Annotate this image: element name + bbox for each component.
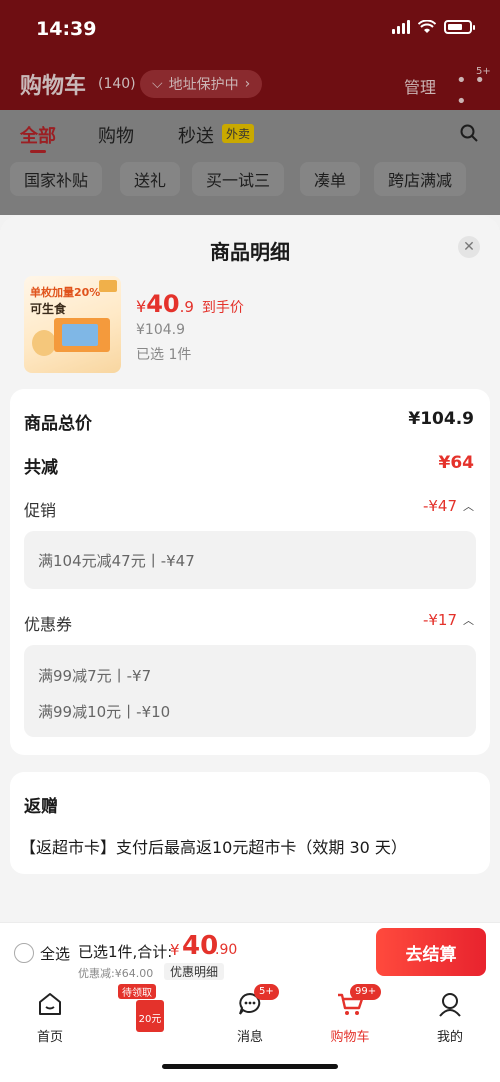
- discount-detail-link[interactable]: 优惠明细: [164, 963, 225, 980]
- chip-cross-store-discount[interactable]: 跨店满减: [374, 162, 467, 196]
- total-reduce-label: 共减: [24, 458, 58, 478]
- sheet-title: 商品明细: [210, 240, 290, 264]
- status-icons: [392, 20, 475, 34]
- page-title: 购物车: [20, 74, 87, 99]
- coupon-detail-box: 满99减7元丨-¥7 满99减10元丨-¥10: [24, 645, 476, 737]
- coupon-detail: 满99减7元丨-¥7: [38, 667, 152, 685]
- promo-detail-box: 满104元减47元丨-¥47: [24, 531, 476, 589]
- coupon-icon: 20元: [136, 1000, 164, 1032]
- chip-combine-order[interactable]: 凑单: [300, 162, 361, 196]
- gift-card: 返赠 【返超市卡】支付后最高返10元超市卡（效期 30 天）: [10, 772, 490, 874]
- product-detail-sheet: 商品明细 ✕ 单枚加量20% 可生食 ¥ 40 .9 到手价 ¥104.9 已选…: [0, 216, 500, 922]
- chevron-up-icon: ︿: [463, 614, 474, 627]
- promo-toggle[interactable]: -¥47 ︿: [423, 497, 474, 515]
- status-time: 14:39: [36, 18, 97, 40]
- checkout-bar: 全选 已选1件,合计: ¥ 40 .90 优惠减:¥64.00 优惠明细 去结算: [0, 922, 500, 982]
- signal-icon: [392, 20, 410, 34]
- final-price-tag: 到手价: [201, 300, 244, 316]
- tab-express[interactable]: 秒送: [178, 122, 214, 148]
- battery-icon: [444, 20, 475, 34]
- total-reduce-value: ¥64: [438, 453, 475, 473]
- product-image-text: 单枚加量20%: [30, 286, 101, 299]
- final-price: ¥ 40 .9 到手价: [136, 290, 244, 318]
- chevron-up-icon: ︿: [463, 500, 474, 513]
- nav-label: 我的: [436, 1030, 463, 1045]
- promo-detail: 满104元减47元丨-¥47: [38, 552, 195, 570]
- promo-label: 促销: [24, 501, 57, 520]
- gift-text: 【返超市卡】支付后最高返10元超市卡（效期 30 天）: [20, 838, 407, 857]
- close-button[interactable]: ✕: [458, 236, 480, 258]
- total-price-label: 商品总价: [24, 414, 92, 434]
- pending-tag: 待领取: [118, 984, 156, 999]
- manage-button[interactable]: 管理: [404, 74, 436, 98]
- message-badge: 5+: [254, 984, 279, 1000]
- chip-national-subsidy[interactable]: 国家补贴: [10, 162, 103, 196]
- close-icon: ✕: [463, 239, 475, 255]
- nav-label: 消息: [236, 1030, 263, 1045]
- total-price-value: ¥104.9: [408, 409, 474, 429]
- selected-count: 已选 1件: [136, 347, 192, 363]
- tab-shopping[interactable]: 购物: [98, 122, 134, 148]
- total-label: 已选1件,合计:: [78, 943, 173, 961]
- tab-all[interactable]: 全部: [20, 122, 56, 148]
- gift-title: 返赠: [24, 797, 58, 817]
- search-icon[interactable]: [460, 124, 478, 142]
- nav-label: 购物车: [330, 1030, 370, 1045]
- takeout-tag: 外卖: [222, 124, 255, 143]
- cart-count: (140): [98, 76, 136, 92]
- coupon-detail: 满99减10元丨-¥10: [38, 703, 171, 721]
- home-indicator: [162, 1064, 338, 1069]
- original-price: ¥104.9: [136, 322, 185, 338]
- chip-buy-one-try-three[interactable]: 买一试三: [192, 162, 285, 196]
- select-all-label[interactable]: 全选: [40, 943, 70, 964]
- checkout-button[interactable]: 去结算: [376, 928, 486, 976]
- cart-badge: 99+: [350, 984, 382, 1000]
- discount-amount: 优惠减:¥64.00: [78, 967, 154, 980]
- nav-label: 首页: [36, 1030, 63, 1045]
- chevron-down-icon: ⌵: [152, 76, 163, 92]
- home-icon: [39, 993, 61, 1015]
- tab-underline: [30, 150, 46, 153]
- chip-gift[interactable]: 送礼: [120, 162, 181, 196]
- promo-value: -¥47: [422, 497, 457, 515]
- address-pill-label: 地址保护中: [168, 77, 239, 93]
- chevron-right-icon: ›: [244, 76, 251, 92]
- coupon-label: 优惠券: [24, 615, 73, 634]
- coupon-value: -¥17: [422, 611, 457, 629]
- select-all-checkbox[interactable]: [14, 943, 34, 963]
- coupon-toggle[interactable]: -¥17 ︿: [423, 611, 474, 629]
- address-protection-pill[interactable]: ⌵ 地址保护中 ›: [140, 70, 263, 98]
- total-amount: 40: [182, 931, 219, 961]
- price-summary-card: 商品总价 ¥104.9 共减 ¥64 促销 -¥47 ︿ 满104元减47元丨-…: [10, 389, 490, 755]
- product-image[interactable]: 单枚加量20% 可生食: [24, 276, 121, 373]
- wifi-icon: [418, 20, 436, 33]
- profile-icon: [439, 993, 461, 1017]
- product-image-text: 可生食: [30, 302, 67, 316]
- more-badge: 5+: [476, 66, 491, 77]
- status-bar: 14:39: [0, 0, 500, 54]
